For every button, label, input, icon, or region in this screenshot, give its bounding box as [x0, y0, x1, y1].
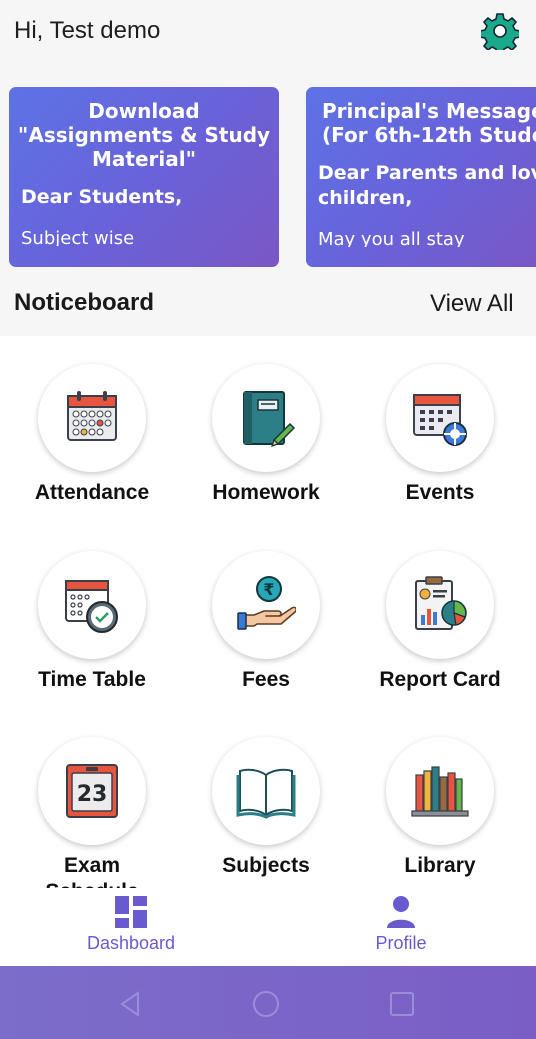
nav-dashboard[interactable]: Dashboard	[51, 888, 211, 954]
notice-card[interactable]: Principal's Message (For 6th-12th Studen…	[306, 87, 536, 267]
notice-carousel[interactable]: Download "Assignments & Study Material" …	[0, 87, 536, 267]
notice-body: Dear Students,	[21, 186, 183, 208]
notice-body: Dear Parents and loving children,	[318, 162, 536, 209]
back-icon[interactable]	[116, 990, 144, 1018]
svg-text:23: 23	[77, 782, 108, 807]
tile-library[interactable]: Library	[351, 711, 529, 877]
module-grid: Attendance Homework Events Time Table ₹ …	[0, 336, 536, 888]
tile-exam-schedule[interactable]: 23 Exam Schedule	[3, 711, 181, 888]
rupee-coin-icon: ₹	[212, 551, 320, 659]
calendar-icon	[38, 364, 146, 472]
nav-dashboard-label: Dashboard	[86, 933, 176, 953]
noticeboard-heading: Noticeboard	[14, 289, 155, 316]
tile-label: Subjects	[222, 854, 310, 877]
greeting-text: Hi, Test demo	[14, 17, 161, 44]
tile-label: Time Table	[38, 668, 146, 691]
nav-profile[interactable]: Profile	[321, 888, 481, 954]
tile-subjects[interactable]: Subjects	[177, 711, 355, 877]
tile-label: Events	[405, 481, 475, 504]
notebook-icon	[212, 364, 320, 472]
tile-label: Exam Schedule	[45, 854, 138, 888]
tile-label: Attendance	[34, 481, 150, 504]
tile-label: Fees	[242, 668, 290, 691]
svg-text:₹: ₹	[263, 580, 274, 599]
notice-title: Principal's Message (For 6th-12th Studen…	[322, 99, 536, 147]
event-calendar-icon	[386, 364, 494, 472]
tile-homework[interactable]: Homework	[177, 338, 355, 504]
bottom-navigation: Dashboard Profile	[0, 888, 536, 966]
view-all-link[interactable]: View All	[430, 290, 514, 318]
timetable-icon	[38, 551, 146, 659]
date-23-icon: 23	[38, 737, 146, 845]
notice-preview: Subject wise	[21, 228, 135, 246]
gear-icon[interactable]	[479, 12, 521, 55]
dashboard-icon	[115, 896, 147, 928]
open-book-icon	[212, 737, 320, 845]
recents-icon[interactable]	[388, 990, 416, 1018]
system-navigation-bar	[0, 966, 536, 1039]
tile-label: Homework	[212, 481, 320, 504]
tile-report-card[interactable]: Report Card	[351, 525, 529, 691]
tile-time-table[interactable]: Time Table	[3, 525, 181, 691]
nav-profile-label: Profile	[375, 933, 427, 953]
tile-label: Library	[404, 854, 476, 877]
notice-title: Download "Assignments & Study Material"	[17, 99, 271, 171]
tile-events[interactable]: Events	[351, 338, 529, 504]
person-icon	[387, 896, 415, 928]
tile-label: Report Card	[379, 668, 501, 691]
tile-fees[interactable]: ₹ Fees	[177, 525, 355, 691]
home-icon[interactable]	[252, 990, 280, 1018]
bookshelf-icon	[386, 737, 494, 845]
tile-attendance[interactable]: Attendance	[3, 338, 181, 504]
notice-card[interactable]: Download "Assignments & Study Material" …	[9, 87, 279, 267]
report-chart-icon	[386, 551, 494, 659]
notice-preview: May you all stay	[318, 229, 465, 247]
